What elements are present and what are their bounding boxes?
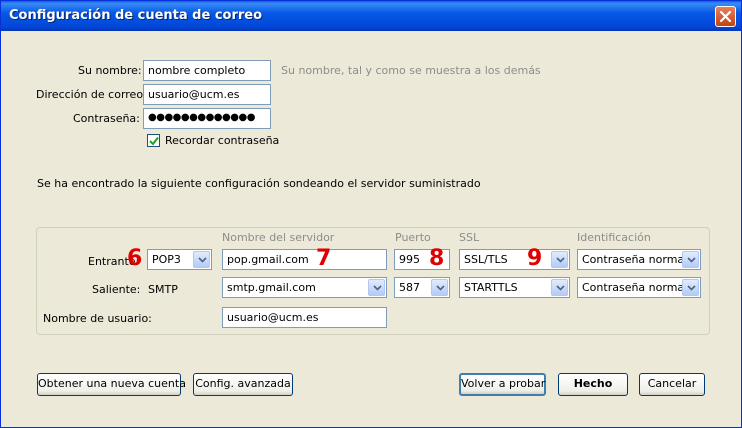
header-server-name: Nombre del servidor [222,231,335,244]
outgoing-auth-value: Contraseña normal [582,281,688,294]
outgoing-label: Saliente: [92,283,141,296]
retest-button[interactable]: Volver a probar [459,373,546,396]
dialog-body: Su nombre: nombre completo Su nombre, ta… [4,31,738,425]
marker-6: 6 [127,246,143,271]
remember-password-label[interactable]: Recordar contraseña [165,134,279,147]
account-setup-dialog: Configuración de cuenta de correo Su nom… [0,0,742,428]
outgoing-ssl-value: STARTTLS [464,281,518,294]
incoming-protocol-select[interactable]: POP3 [147,249,212,270]
remember-password-checkbox[interactable] [147,134,160,147]
marker-9: 9 [527,246,543,271]
outgoing-server-value: smtp.gmail.com [227,281,316,294]
close-icon [719,10,732,23]
new-account-button[interactable]: Obtener una nueva cuenta [37,373,186,396]
detected-config-message: Se ha encontrado la siguiente configurac… [37,177,481,190]
advanced-config-button[interactable]: Config. avanzada [193,373,293,396]
username-label: Nombre de usuario: [43,312,152,325]
email-input[interactable]: usuario@ucm.es [143,84,271,105]
marker-8: 8 [429,246,445,271]
chevron-down-icon[interactable] [368,279,385,296]
incoming-ssl-select[interactable]: SSL/TLS [459,249,570,270]
incoming-server-input[interactable]: pop.gmail.com [222,249,387,270]
outgoing-protocol: SMTP [148,283,178,296]
chevron-down-icon[interactable] [431,279,448,296]
outgoing-auth-select[interactable]: Contraseña normal [577,277,701,298]
window-title: Configuración de cuenta de correo [9,8,263,23]
cancel-button[interactable]: Cancelar [639,373,705,396]
chevron-down-icon[interactable] [682,251,699,268]
name-label: Su nombre: [78,64,142,77]
title-bar[interactable]: Configuración de cuenta de correo [1,1,741,31]
header-authentication: Identificación [577,231,651,244]
outgoing-server-select[interactable]: smtp.gmail.com [222,277,387,298]
outgoing-ssl-select[interactable]: STARTTLS [459,277,570,298]
password-input[interactable]: ●●●●●●●●●●●●● [143,108,271,129]
chevron-down-icon[interactable] [682,279,699,296]
outgoing-port-value: 587 [399,281,420,294]
incoming-auth-value: Contraseña normal [582,253,688,266]
chevron-down-icon[interactable] [551,251,568,268]
incoming-protocol-value: POP3 [152,253,181,266]
chevron-down-icon[interactable] [193,251,210,268]
outgoing-port-select[interactable]: 587 [394,277,450,298]
header-ssl: SSL [459,231,480,244]
username-input[interactable]: usuario@ucm.es [222,307,387,328]
name-hint: Su nombre, tal y como se muestra a los d… [281,64,541,77]
header-port: Puerto [395,231,431,244]
name-input[interactable]: nombre completo [143,60,271,81]
incoming-auth-select[interactable]: Contraseña normal [577,249,701,270]
marker-7: 7 [316,246,332,271]
close-button[interactable] [715,6,736,27]
chevron-down-icon[interactable] [551,279,568,296]
password-label: Contraseña: [73,112,140,125]
done-button[interactable]: Hecho [558,373,628,396]
checkmark-icon [149,136,159,146]
incoming-ssl-value: SSL/TLS [464,253,508,266]
email-label: Dirección de correo: [36,88,147,101]
